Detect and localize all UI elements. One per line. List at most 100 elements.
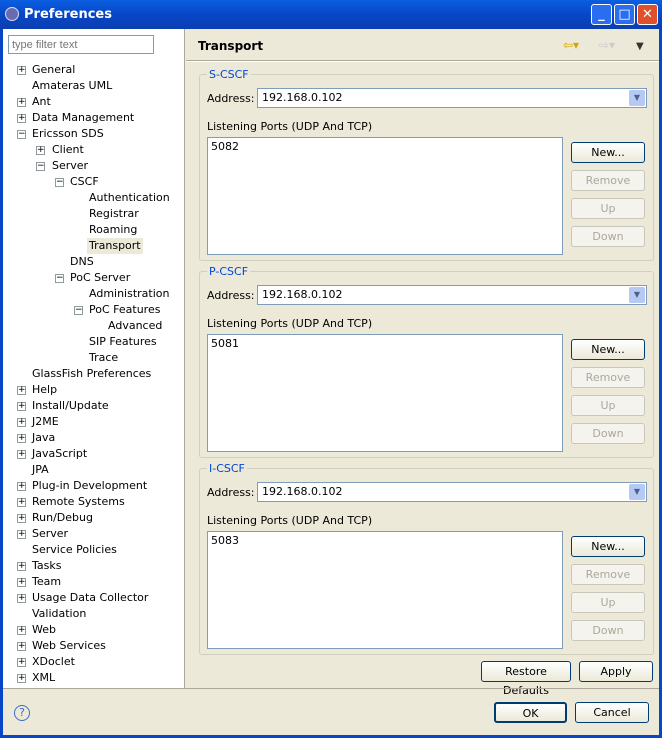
tree-item-label: Client (52, 143, 84, 156)
expand-icon[interactable]: + (17, 530, 26, 539)
maximize-button[interactable]: □ (614, 4, 635, 25)
expand-icon[interactable]: + (17, 562, 26, 571)
tree-item-label: Authentication (89, 191, 170, 204)
expand-icon[interactable]: + (17, 658, 26, 667)
chevron-down-icon[interactable]: ▼ (629, 90, 645, 106)
expand-icon[interactable]: + (17, 402, 26, 411)
expand-icon[interactable]: + (17, 642, 26, 651)
tree-item-label: CSCF (70, 175, 99, 188)
tree-item-label: Remote Systems (32, 495, 125, 508)
expand-icon[interactable]: + (17, 578, 26, 587)
expand-icon[interactable]: + (17, 594, 26, 603)
expand-icon[interactable]: + (17, 386, 26, 395)
close-button[interactable]: ✕ (637, 4, 658, 25)
tree-item-label: Install/Update (32, 399, 109, 412)
ports-list[interactable]: 5081 (207, 334, 563, 452)
group-s-cscf: S-CSCF Address: 192.168.0.102 ▼ Listening… (199, 68, 654, 261)
tree-item-label: Ericsson SDS (32, 127, 104, 140)
tree-item-label: JPA (32, 463, 49, 476)
collapse-icon[interactable]: − (17, 130, 26, 139)
tree-item-label: Ant (32, 95, 51, 108)
expand-icon[interactable]: + (17, 434, 26, 443)
expand-icon[interactable]: + (36, 146, 45, 155)
apply-button[interactable]: Apply (579, 661, 653, 682)
tree-item-label: Tasks (32, 559, 62, 572)
new-port-button[interactable]: New... (571, 339, 645, 360)
tree-item-label: XDoclet (32, 655, 75, 668)
tree-item-label: Help (32, 383, 58, 396)
collapse-icon[interactable]: − (36, 162, 45, 171)
down-port-button[interactable]: Down (571, 226, 645, 247)
port-item[interactable]: 5081 (211, 337, 559, 350)
tree-item-label: General (32, 63, 76, 76)
back-arrow-icon[interactable]: ⇦▾ (563, 38, 579, 52)
address-combo[interactable]: 192.168.0.102 ▼ (257, 285, 647, 305)
remove-port-button[interactable]: Remove (571, 367, 645, 388)
collapse-icon[interactable]: − (55, 274, 64, 283)
restore-defaults-button[interactable]: Restore Defaults (481, 661, 571, 697)
expand-icon[interactable]: + (17, 626, 26, 635)
remove-port-button[interactable]: Remove (571, 564, 645, 585)
tree-item-label: Trace (89, 351, 119, 364)
expand-icon[interactable]: + (17, 674, 26, 683)
tree-item-label: Server (32, 527, 69, 540)
address-combo[interactable]: 192.168.0.102 ▼ (257, 482, 647, 502)
tree-item-label: Usage Data Collector (32, 591, 149, 604)
down-port-button[interactable]: Down (571, 423, 645, 444)
tree-item-label: Data Management (32, 111, 135, 124)
expand-icon[interactable]: + (17, 98, 26, 107)
expand-icon[interactable]: + (17, 418, 26, 427)
tree-item-label: PoC Server (70, 271, 131, 284)
collapse-icon[interactable]: − (55, 178, 64, 187)
minimize-button[interactable]: _ (591, 4, 612, 25)
eclipse-icon (5, 7, 19, 21)
address-label: Address: (207, 486, 255, 499)
tree-item-label: Team (32, 575, 62, 588)
cancel-button[interactable]: Cancel (575, 702, 649, 723)
ports-list[interactable]: 5082 (207, 137, 563, 255)
ports-label: Listening Ports (UDP And TCP) (207, 317, 373, 330)
expand-icon[interactable]: + (17, 114, 26, 123)
group-title: I-CSCF (207, 462, 247, 475)
forward-arrow-icon[interactable]: ⇨▾ (599, 38, 615, 52)
chevron-down-icon[interactable]: ▼ (629, 287, 645, 303)
new-port-button[interactable]: New... (571, 142, 645, 163)
expand-icon[interactable]: + (17, 482, 26, 491)
bottom-divider (3, 688, 659, 689)
tree-item-label: SIP Features (89, 335, 157, 348)
tree-item-label: Server (52, 159, 89, 172)
ports-list[interactable]: 5083 (207, 531, 563, 649)
port-item[interactable]: 5083 (211, 534, 559, 547)
tree-item-label: Amateras UML (32, 79, 113, 92)
group-title: P-CSCF (207, 265, 251, 278)
expand-icon[interactable]: + (17, 498, 26, 507)
expand-icon[interactable]: + (17, 66, 26, 75)
help-icon[interactable]: ? (14, 705, 30, 721)
group-i-cscf: I-CSCF Address: 192.168.0.102 ▼ Listening… (199, 462, 654, 655)
tree-item-label: Registrar (89, 207, 139, 220)
new-port-button[interactable]: New... (571, 536, 645, 557)
address-value: 192.168.0.102 (262, 288, 343, 301)
title-bar: Preferences _ □ ✕ (0, 0, 662, 29)
expand-icon[interactable]: + (17, 450, 26, 459)
expand-icon[interactable]: + (17, 514, 26, 523)
address-label: Address: (207, 289, 255, 302)
tree-item-label: JavaScript (32, 447, 88, 460)
down-port-button[interactable]: Down (571, 620, 645, 641)
ok-button[interactable]: OK (494, 702, 567, 723)
tree-item-label: Run/Debug (32, 511, 93, 524)
remove-port-button[interactable]: Remove (571, 170, 645, 191)
view-menu-icon[interactable]: ▼ (636, 41, 644, 52)
filter-input[interactable] (8, 35, 154, 54)
collapse-icon[interactable]: − (74, 306, 83, 315)
ports-label: Listening Ports (UDP And TCP) (207, 514, 373, 527)
address-combo[interactable]: 192.168.0.102 ▼ (257, 88, 647, 108)
tree-item-label: Roaming (89, 223, 138, 236)
group-title: S-CSCF (207, 68, 251, 81)
tree-item-label: Administration (89, 287, 170, 300)
port-item[interactable]: 5082 (211, 140, 559, 153)
up-port-button[interactable]: Up (571, 592, 645, 613)
up-port-button[interactable]: Up (571, 395, 645, 416)
up-port-button[interactable]: Up (571, 198, 645, 219)
chevron-down-icon[interactable]: ▼ (629, 484, 645, 500)
